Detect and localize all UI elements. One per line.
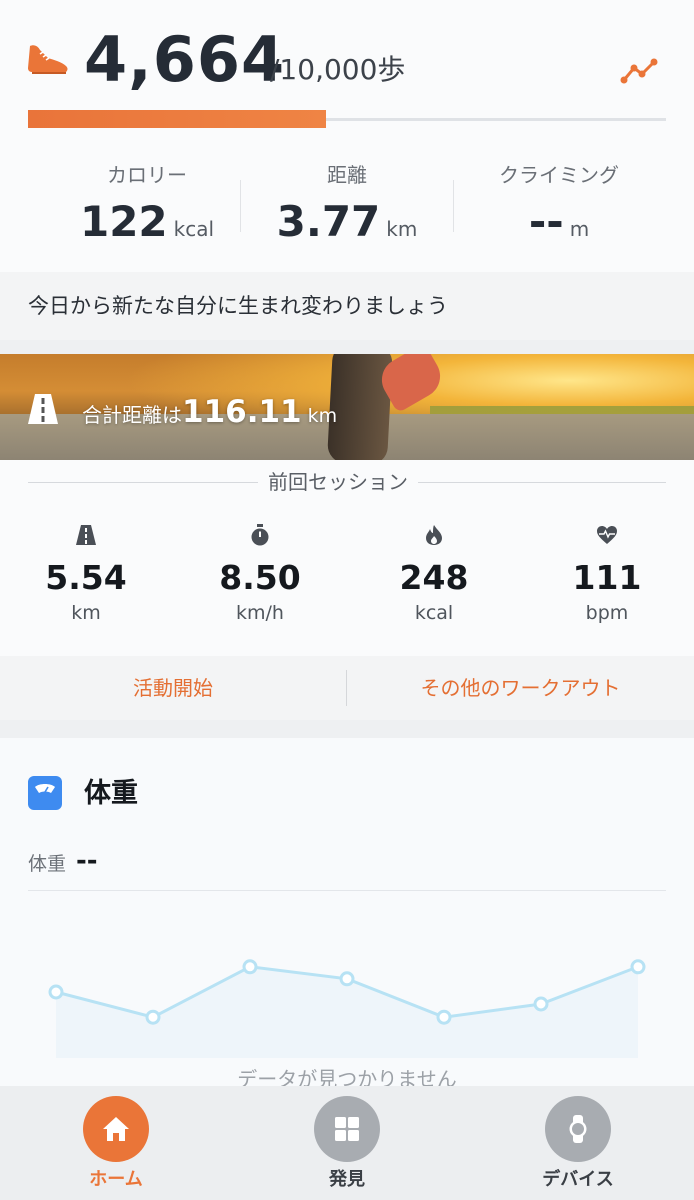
start-activity-button[interactable]: 活動開始 [0, 656, 346, 720]
weight-chart-point [339, 971, 355, 987]
session-distance-unit: km [71, 602, 101, 624]
tab-discover-circle [314, 1096, 380, 1162]
session-metric-distance[interactable]: 5.54 km [6, 524, 166, 626]
bottom-tab-bar: ホーム 発見 デバイス [0, 1086, 694, 1200]
weight-chart-point [145, 1009, 161, 1025]
road-icon [76, 525, 96, 545]
weight-chart-point [242, 959, 258, 975]
session-heart-rate-unit: bpm [585, 602, 629, 624]
other-workouts-button[interactable]: その他のワークアウト [347, 656, 694, 720]
stat-climbing-label: クライミング [499, 163, 619, 187]
stat-calories-label: カロリー [107, 163, 187, 187]
steps-progress-fill [28, 110, 326, 128]
tab-home[interactable]: ホーム [46, 1086, 186, 1200]
stat-distance-value: 3.77 [276, 197, 381, 246]
stat-distance-unit: km [386, 217, 418, 241]
stopwatch-icon [251, 524, 269, 546]
stat-climbing: クライミング -- m [454, 160, 664, 255]
total-distance-banner[interactable]: 合計距離は116.11 km [0, 354, 694, 460]
tab-device-label: デバイス [542, 1169, 614, 1190]
session-metric-speed[interactable]: 8.50 km/h [180, 524, 340, 626]
tab-device-circle [545, 1096, 611, 1162]
tab-home-label: ホーム [89, 1169, 143, 1190]
steps-card: 4,664 /10,000歩 カロリー 122 kcal 距離 3.77 km クラ… [0, 0, 694, 272]
steps-goal: /10,000歩 [270, 53, 406, 86]
session-metric-calories[interactable]: 248 kcal [354, 524, 514, 626]
session-speed-value: 8.50 [219, 558, 301, 597]
watch-icon [569, 1115, 587, 1143]
stat-calories-unit: kcal [173, 217, 215, 241]
tab-discover[interactable]: 発見 [277, 1086, 417, 1200]
motto-text: 今日から新たな自分に生まれ変わりましょう [28, 294, 448, 318]
stat-calories: カロリー 122 kcal [42, 160, 252, 255]
shoe-icon [28, 45, 68, 74]
tab-discover-label: 発見 [329, 1169, 365, 1190]
weight-card[interactable]: 体重 体重 -- データが見つかりません [0, 738, 694, 1098]
tab-device[interactable]: デバイス [508, 1086, 648, 1200]
stat-climbing-value: -- [528, 197, 564, 246]
session-speed-unit: km/h [236, 602, 284, 624]
stat-calories-value: 122 [79, 197, 168, 246]
heart-rate-icon [597, 526, 617, 544]
stat-climbing-unit: m [569, 217, 590, 241]
total-distance-text: 合計距離は116.11 km [82, 392, 337, 437]
session-card: 合計距離は116.11 km 前回セッション 5.54 km 8.50 km/h … [0, 354, 694, 656]
session-calories-unit: kcal [414, 602, 454, 624]
weight-chart [48, 959, 646, 1058]
session-calories-value: 248 [399, 558, 469, 597]
weight-chart-point [48, 984, 64, 1000]
road-icon [28, 394, 58, 424]
total-distance-value: 116.11 [182, 394, 302, 430]
trend-icon[interactable] [620, 56, 658, 86]
session-distance-value: 5.54 [45, 558, 127, 597]
session-heart-rate-value: 111 [572, 558, 642, 597]
session-metric-heart-rate[interactable]: 111 bpm [527, 524, 687, 626]
weight-chart-point [630, 959, 646, 975]
steps-count: 4,664 [84, 23, 286, 96]
weight-chart-point [533, 996, 549, 1012]
tab-home-circle [83, 1096, 149, 1162]
weight-chart-point [436, 1009, 452, 1025]
stat-distance: 距離 3.77 km [242, 160, 452, 255]
total-distance-label: 合計距離は [82, 403, 182, 427]
flame-icon [426, 525, 442, 545]
home-icon [103, 1117, 129, 1141]
grid-icon [335, 1117, 359, 1141]
stat-divider [240, 180, 241, 232]
action-bar: 活動開始 その他のワークアウト [0, 656, 694, 720]
stat-distance-label: 距離 [327, 163, 367, 187]
motto-bar: 今日から新たな自分に生まれ変わりましょう [0, 272, 694, 340]
total-distance-unit: km [307, 405, 338, 427]
session-title: 前回セッション [258, 468, 418, 496]
